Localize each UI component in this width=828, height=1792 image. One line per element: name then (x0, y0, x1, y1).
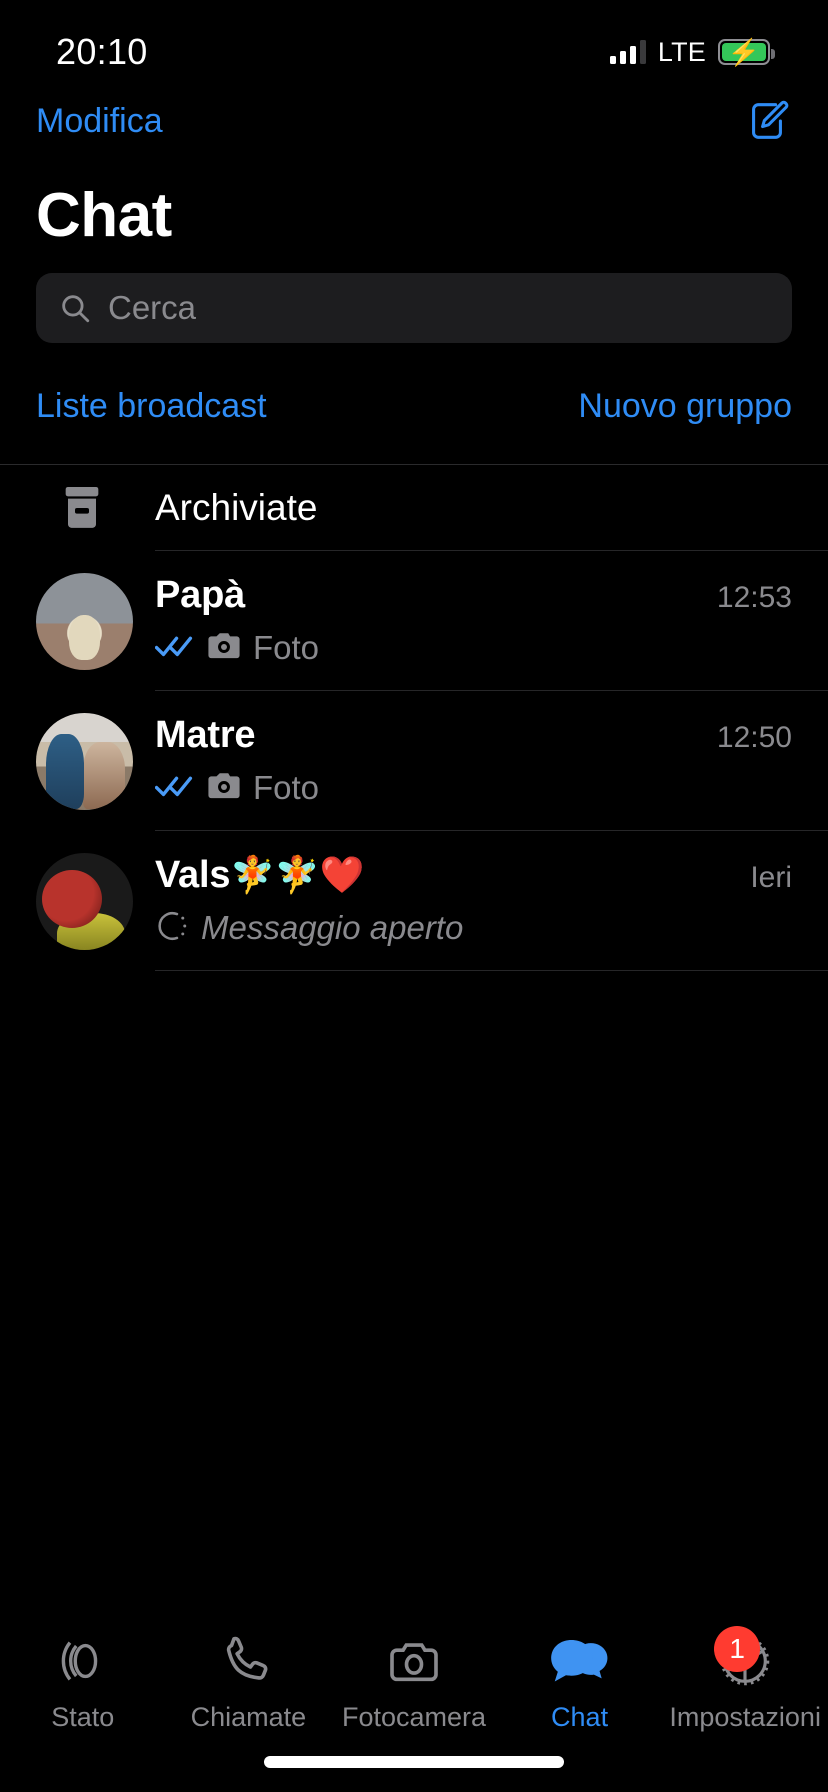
chat-name: Vals🧚🧚❤️ (155, 854, 364, 897)
camera-icon (385, 1630, 443, 1692)
chat-row[interactable]: Matre 12:50 Foto (0, 691, 828, 831)
chat-row-body: Papà 12:53 Foto (154, 551, 828, 691)
whatsapp-chats-screen: 20:10 LTE ⚡ Modifica Chat Cerca Liste br… (0, 0, 828, 1792)
tab-fotocamera[interactable]: Fotocamera (331, 1630, 497, 1733)
avatar[interactable] (36, 712, 133, 810)
status-rings-icon (54, 1630, 112, 1692)
chat-name-emoji: 🧚🧚❤️ (230, 853, 365, 895)
camera-icon (207, 631, 241, 666)
double-check-read-icon (154, 633, 195, 664)
tab-label: Impostazioni (669, 1702, 821, 1732)
tab-label: Stato (51, 1702, 115, 1732)
chat-name-text: Vals (155, 853, 231, 896)
archived-row-body: Archiviate (155, 465, 828, 551)
chat-row-header: Matre 12:50 (155, 714, 828, 757)
chat-row[interactable]: Papà 12:53 Foto (0, 551, 828, 691)
avatar-slot (36, 831, 133, 971)
phone-icon (219, 1630, 277, 1692)
search-placeholder: Cerca (108, 289, 197, 326)
double-check-read-icon (154, 773, 195, 804)
chat-row-preview: Foto (154, 629, 828, 667)
tab-stato[interactable]: Stato (0, 1630, 166, 1733)
archived-label: Archiviate (155, 486, 318, 528)
signal-bars-icon (609, 40, 646, 64)
home-indicator[interactable] (264, 1756, 564, 1768)
network-type-label: LTE (657, 36, 706, 67)
search-container: Cerca (0, 251, 828, 343)
status-bar: 20:10 LTE ⚡ (0, 0, 828, 90)
gear-icon: 1 (714, 1626, 774, 1692)
quick-actions: Liste broadcast Nuovo gruppo (0, 343, 828, 426)
search-icon (62, 295, 90, 323)
broadcast-lists-button[interactable]: Liste broadcast (36, 387, 267, 426)
avatar[interactable] (36, 852, 133, 950)
archive-icon-slot (36, 465, 133, 551)
chat-row[interactable]: Vals🧚🧚❤️ Ieri Messaggio aperto (0, 831, 828, 971)
page-title: Chat (36, 181, 172, 250)
chat-bubbles-icon (549, 1630, 611, 1692)
chat-row-header: Vals🧚🧚❤️ Ieri (155, 854, 828, 897)
camera-icon (207, 771, 241, 806)
chat-preview-text: Messaggio aperto (201, 909, 464, 946)
chat-timestamp: 12:53 (716, 581, 792, 614)
avatar[interactable] (36, 572, 133, 670)
chat-row-header: Papà 12:53 (155, 574, 828, 617)
tab-label: Fotocamera (341, 1702, 487, 1732)
archive-box-icon (54, 480, 110, 536)
edit-button[interactable]: Modifica (36, 102, 163, 141)
tab-chat[interactable]: Chat (497, 1630, 663, 1733)
chat-timestamp: Ieri (750, 860, 792, 894)
tab-label: Chat (551, 1702, 609, 1732)
chat-row-preview: Foto (154, 769, 828, 807)
chat-preview-text: Foto (253, 629, 320, 666)
archived-row[interactable]: Archiviate (0, 465, 828, 551)
avatar-slot (36, 551, 133, 691)
chat-row-body: Matre 12:50 Foto (154, 691, 828, 831)
chat-preview-text: Foto (253, 769, 320, 806)
chat-row-body: Vals🧚🧚❤️ Ieri Messaggio aperto (155, 831, 828, 971)
search-input[interactable]: Cerca (36, 273, 792, 343)
tab-chiamate[interactable]: Chiamate (166, 1630, 332, 1733)
chat-name: Matre (155, 714, 256, 756)
avatar-slot (36, 691, 133, 831)
tab-label: Chiamate (190, 1702, 307, 1732)
chat-name: Papà (155, 574, 246, 616)
charging-bolt-icon: ⚡ (727, 37, 761, 67)
chat-row-preview: Messaggio aperto (155, 909, 828, 948)
view-once-opened-icon (155, 909, 189, 948)
battery-charging-icon: ⚡ (718, 37, 775, 67)
tab-impostazioni[interactable]: 1 Impostazioni (662, 1626, 828, 1733)
compose-icon[interactable] (744, 98, 790, 144)
status-bar-time: 20:10 (56, 31, 148, 72)
status-bar-indicators: LTE ⚡ (609, 36, 775, 68)
chat-list[interactable]: Archiviate Papà 12:53 Foto Matre 12:50 F… (0, 465, 828, 1606)
navigation-bar: Modifica (0, 90, 828, 152)
settings-badge: 1 (714, 1626, 761, 1672)
chat-timestamp: 12:50 (716, 721, 792, 754)
new-group-button[interactable]: Nuovo gruppo (578, 387, 792, 426)
